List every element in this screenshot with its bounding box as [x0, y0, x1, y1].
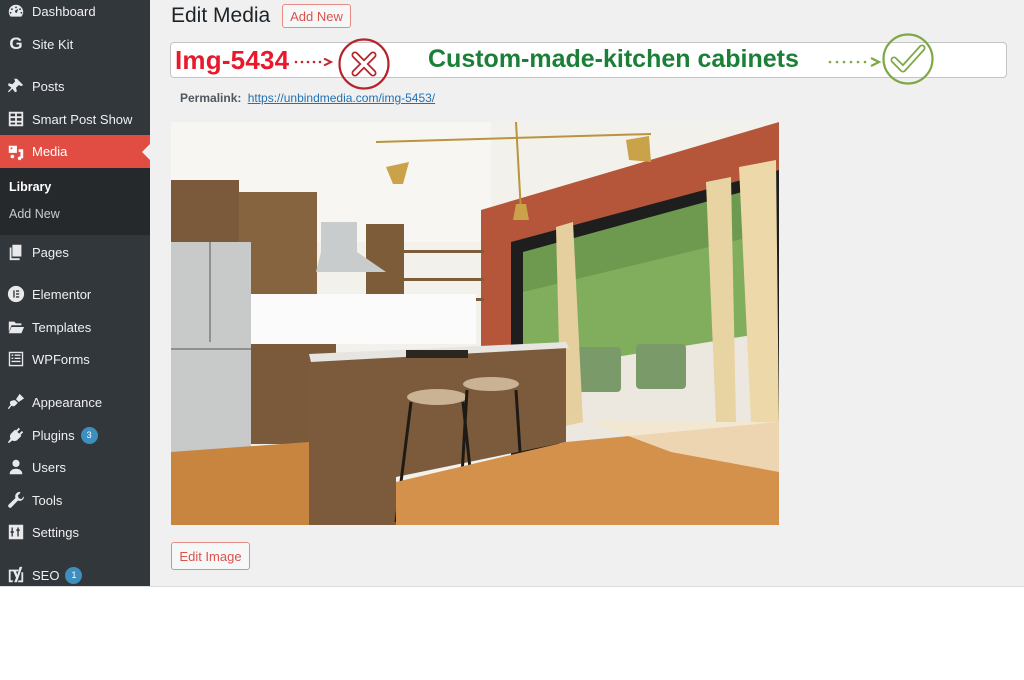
dotted-arrow-red	[294, 58, 334, 66]
pages-icon	[6, 242, 26, 262]
kitchen-photo	[171, 122, 779, 525]
sidebar-item-label: Dashboard	[32, 3, 96, 19]
sliders-icon	[6, 522, 26, 542]
dashboard-icon	[6, 1, 26, 21]
new-filename-annotation: Custom-made-kitchen cabinets	[428, 45, 799, 73]
old-filename-annotation: Img-5434	[175, 45, 290, 75]
sidebar-item-media[interactable]: Media	[0, 135, 150, 168]
sidebar-item-label: Pages	[32, 244, 69, 260]
user-icon	[6, 457, 26, 477]
plug-icon	[6, 425, 26, 445]
sidebar-item-settings[interactable]: Settings	[0, 516, 150, 548]
sidebar-item-label: Media	[32, 144, 68, 159]
sidebar-item-label: Posts	[32, 78, 65, 94]
sidebar-item-label: Site Kit	[32, 36, 74, 52]
sidebar-item-pages[interactable]: Pages	[0, 236, 150, 268]
sidebar-item-label: Elementor	[32, 286, 92, 302]
sidebar-item-wpforms[interactable]: WPForms	[0, 343, 150, 375]
elementor-icon	[6, 284, 26, 304]
add-new-button[interactable]: Add New	[282, 4, 351, 28]
sidebar-item-label: Appearance	[32, 394, 103, 410]
sidebar-item-label: Plugins	[32, 427, 75, 443]
sidebar-item-dashboard[interactable]: Dashboard	[0, 0, 150, 27]
sidebar-item-label: Tools	[32, 492, 63, 508]
media-submenu: Library Add New	[0, 168, 150, 235]
sidebar-item-plugins[interactable]: Plugins 3	[0, 419, 150, 451]
folder-open-icon	[6, 317, 26, 337]
submenu-item-add-new[interactable]: Add New	[9, 207, 60, 221]
submenu-item-library[interactable]: Library	[9, 180, 51, 194]
sidebar-item-label: WPForms	[32, 351, 90, 367]
permalink-row: Permalink: https://unbindmedia.com/img-5…	[180, 91, 435, 105]
active-indicator-arrow	[142, 144, 150, 160]
paintbrush-icon	[6, 392, 26, 412]
sidebar-item-posts[interactable]: Posts	[0, 70, 150, 102]
sidebar-item-label: Templates	[32, 319, 92, 335]
grid-table-icon	[6, 109, 26, 129]
edit-image-button[interactable]: Edit Image	[171, 542, 250, 570]
wrench-icon	[6, 490, 26, 510]
pushpin-icon	[6, 76, 26, 96]
check-circle-icon	[882, 33, 934, 85]
dotted-arrow-green	[828, 57, 882, 67]
permalink-label: Permalink:	[180, 91, 242, 105]
page-title: Edit Media	[171, 4, 271, 27]
sidebar-item-templates[interactable]: Templates	[0, 311, 150, 343]
sidebar-item-tools[interactable]: Tools	[0, 484, 150, 516]
google-g-icon: G	[9, 34, 23, 53]
admin-sidebar: Dashboard G Site Kit Posts Smart Post Sh…	[0, 0, 150, 586]
sidebar-item-label: SEO	[32, 567, 60, 583]
media-icon	[6, 142, 26, 162]
sidebar-item-label: Users	[32, 459, 66, 475]
sidebar-item-smart-post-show[interactable]: Smart Post Show	[0, 103, 150, 135]
sidebar-item-elementor[interactable]: Elementor	[0, 278, 150, 310]
permalink-link[interactable]: https://unbindmedia.com/img-5453/	[248, 91, 435, 105]
main-content: Edit Media Add New Img-5434 Custom-made-…	[150, 0, 1024, 586]
seo-notification-badge: 1	[65, 566, 83, 584]
form-icon	[6, 349, 26, 369]
wp-admin-screen: Dashboard G Site Kit Posts Smart Post Sh…	[0, 0, 1024, 587]
sidebar-item-site-kit[interactable]: G Site Kit	[0, 28, 150, 60]
yoast-icon	[6, 565, 26, 585]
sidebar-item-seo[interactable]: SEO 1	[0, 559, 150, 586]
x-circle-icon	[338, 38, 390, 90]
sidebar-item-label: Smart Post Show	[32, 111, 133, 127]
sidebar-item-appearance[interactable]: Appearance	[0, 386, 150, 418]
sidebar-item-users[interactable]: Users	[0, 451, 150, 483]
media-image-preview	[171, 122, 779, 525]
sidebar-item-label: Settings	[32, 524, 79, 540]
plugins-update-badge: 3	[80, 426, 98, 444]
